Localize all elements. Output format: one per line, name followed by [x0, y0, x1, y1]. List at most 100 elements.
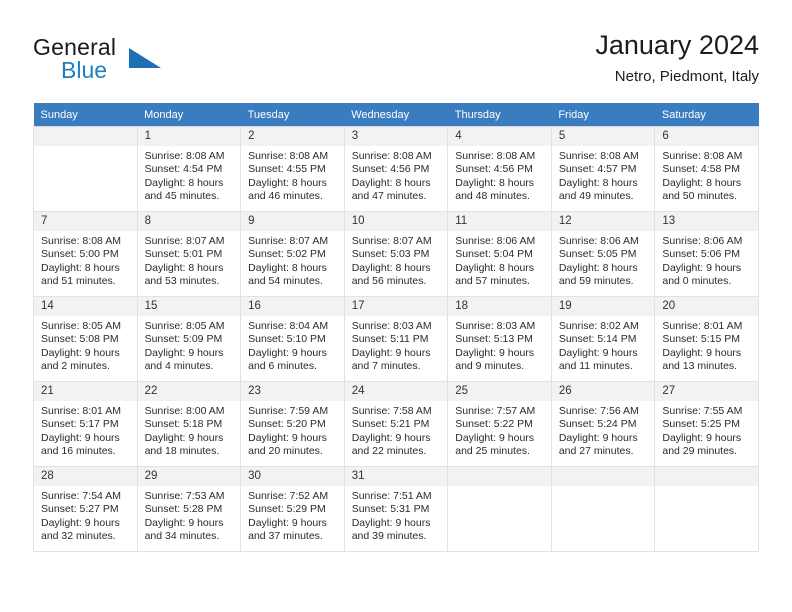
sunrise-text: Sunrise: 8:07 AM: [351, 235, 432, 247]
day-cell[interactable]: 24 Sunrise: 7:58 AM Sunset: 5:21 PM Dayl…: [343, 381, 449, 467]
day-cell[interactable]: 30 Sunrise: 7:52 AM Sunset: 5:29 PM Dayl…: [240, 466, 345, 552]
day-cell[interactable]: 4 Sunrise: 8:08 AM Sunset: 4:56 PM Dayli…: [447, 126, 552, 212]
sunrise-text: Sunrise: 7:52 AM: [248, 490, 329, 502]
day-cell[interactable]: 17 Sunrise: 8:03 AM Sunset: 5:11 PM Dayl…: [343, 296, 449, 382]
day-cell[interactable]: 10 Sunrise: 8:07 AM Sunset: 5:03 PM Dayl…: [343, 211, 449, 297]
daylight-text-line2: and 13 minutes.: [662, 359, 738, 372]
sunset-text: Sunset: 5:06 PM: [662, 248, 741, 261]
day-details: Sunrise: 8:08 AM Sunset: 4:56 PM Dayligh…: [448, 146, 551, 203]
day-cell[interactable]: 12 Sunrise: 8:06 AM Sunset: 5:05 PM Dayl…: [550, 211, 656, 297]
day-number: 29: [137, 467, 241, 486]
logo-text-blue: Blue: [61, 57, 108, 83]
day-cell[interactable]: 5 Sunrise: 8:08 AM Sunset: 4:57 PM Dayli…: [550, 126, 656, 212]
day-number: 2: [241, 127, 344, 146]
sunrise-text: Sunrise: 8:04 AM: [248, 320, 329, 332]
day-cell[interactable]: 23 Sunrise: 7:59 AM Sunset: 5:20 PM Dayl…: [240, 381, 345, 467]
daylight-text-line2: and 11 minutes.: [558, 359, 633, 372]
weekday-header-friday: Friday: [551, 103, 655, 127]
day-cell[interactable]: 31 Sunrise: 7:51 AM Sunset: 5:31 PM Dayl…: [343, 466, 449, 552]
day-cell[interactable]: 11 Sunrise: 8:06 AM Sunset: 5:04 PM Dayl…: [447, 211, 552, 297]
daylight-text-line2: and 29 minutes.: [662, 444, 738, 457]
daylight-text-line1: Daylight: 9 hours: [662, 431, 742, 444]
sunrise-text: Sunrise: 7:59 AM: [248, 405, 329, 417]
sunset-text: Sunset: 5:27 PM: [41, 503, 119, 516]
sunset-text: Sunset: 4:57 PM: [558, 163, 637, 176]
day-cell[interactable]: 6 Sunrise: 8:08 AM Sunset: 4:58 PM Dayli…: [654, 126, 759, 212]
day-cell[interactable]: 16 Sunrise: 8:04 AM Sunset: 5:10 PM Dayl…: [240, 296, 345, 382]
day-cell[interactable]: 19 Sunrise: 8:02 AM Sunset: 5:14 PM Dayl…: [550, 296, 656, 382]
day-details: Sunrise: 7:57 AM Sunset: 5:22 PM Dayligh…: [448, 401, 551, 458]
daylight-text-line2: and 34 minutes.: [144, 529, 220, 542]
day-details: Sunrise: 8:06 AM Sunset: 5:04 PM Dayligh…: [448, 231, 551, 288]
sunrise-text: Sunrise: 8:07 AM: [144, 235, 225, 247]
day-number: 16: [241, 297, 344, 316]
weekday-header-wednesday: Wednesday: [344, 103, 448, 127]
day-details: Sunrise: 8:08 AM Sunset: 5:00 PM Dayligh…: [34, 231, 137, 288]
day-cell[interactable]: 8 Sunrise: 8:07 AM Sunset: 5:01 PM Dayli…: [136, 211, 242, 297]
day-cell: [33, 126, 138, 212]
daylight-text-line1: Daylight: 9 hours: [144, 431, 224, 444]
day-number: 30: [241, 467, 344, 486]
general-blue-logo[interactable]: General Blue: [33, 34, 263, 92]
daylight-text-line2: and 54 minutes.: [248, 274, 323, 287]
day-details: Sunrise: 8:05 AM Sunset: 5:08 PM Dayligh…: [34, 316, 137, 373]
day-details: Sunrise: 7:51 AM Sunset: 5:31 PM Dayligh…: [345, 486, 448, 543]
day-cell[interactable]: 18 Sunrise: 8:03 AM Sunset: 5:13 PM Dayl…: [447, 296, 552, 382]
day-cell[interactable]: 27 Sunrise: 7:55 AM Sunset: 5:25 PM Dayl…: [654, 381, 759, 467]
sunset-text: Sunset: 5:13 PM: [455, 333, 533, 346]
daylight-text-line2: and 16 minutes.: [41, 444, 116, 457]
day-details: Sunrise: 8:08 AM Sunset: 4:55 PM Dayligh…: [241, 146, 344, 203]
day-number: 24: [344, 382, 448, 401]
day-details: Sunrise: 8:01 AM Sunset: 5:17 PM Dayligh…: [34, 401, 137, 458]
day-details: Sunrise: 7:53 AM Sunset: 5:28 PM Dayligh…: [138, 486, 241, 543]
day-details: Sunrise: 7:58 AM Sunset: 5:21 PM Dayligh…: [345, 401, 448, 458]
day-number: 15: [137, 297, 241, 316]
sunset-text: Sunset: 5:03 PM: [351, 248, 430, 261]
day-number: 20: [655, 297, 758, 316]
daylight-text-line2: and 56 minutes.: [351, 274, 427, 287]
day-cell[interactable]: 26 Sunrise: 7:56 AM Sunset: 5:24 PM Dayl…: [550, 381, 656, 467]
sunset-text: Sunset: 5:01 PM: [144, 248, 223, 261]
day-cell[interactable]: 22 Sunrise: 8:00 AM Sunset: 5:18 PM Dayl…: [136, 381, 242, 467]
calendar-page: General Blue January 2024 Netro, Piedmon…: [0, 0, 792, 612]
daylight-text-line1: Daylight: 9 hours: [144, 516, 224, 529]
day-number: 19: [551, 297, 655, 316]
day-cell[interactable]: 25 Sunrise: 7:57 AM Sunset: 5:22 PM Dayl…: [447, 381, 552, 467]
daylight-text-line2: and 37 minutes.: [248, 529, 323, 542]
day-cell[interactable]: 20 Sunrise: 8:01 AM Sunset: 5:15 PM Dayl…: [654, 296, 759, 382]
day-cell[interactable]: 3 Sunrise: 8:08 AM Sunset: 4:56 PM Dayli…: [343, 126, 449, 212]
day-details: Sunrise: 8:07 AM Sunset: 5:02 PM Dayligh…: [241, 231, 344, 288]
day-number: 23: [241, 382, 344, 401]
day-cell[interactable]: 9 Sunrise: 8:07 AM Sunset: 5:02 PM Dayli…: [240, 211, 345, 297]
daylight-text-line2: and 22 minutes.: [351, 444, 427, 457]
day-cell[interactable]: 2 Sunrise: 8:08 AM Sunset: 4:55 PM Dayli…: [240, 126, 345, 212]
day-number: 1: [137, 127, 241, 146]
daylight-text-line2: and 46 minutes.: [248, 189, 323, 202]
daylight-text-line2: and 32 minutes.: [41, 529, 116, 542]
sunrise-text: Sunrise: 7:54 AM: [41, 490, 121, 502]
daylight-text-line1: Daylight: 9 hours: [248, 346, 327, 359]
day-cell[interactable]: 29 Sunrise: 7:53 AM Sunset: 5:28 PM Dayl…: [136, 466, 242, 552]
day-number: 13: [655, 212, 758, 231]
day-cell[interactable]: 13 Sunrise: 8:06 AM Sunset: 5:06 PM Dayl…: [654, 211, 759, 297]
day-details: Sunrise: 8:08 AM Sunset: 4:57 PM Dayligh…: [552, 146, 655, 203]
day-cell[interactable]: 21 Sunrise: 8:01 AM Sunset: 5:17 PM Dayl…: [33, 381, 138, 467]
calendar-week-row: 28 Sunrise: 7:54 AM Sunset: 5:27 PM Dayl…: [33, 466, 759, 552]
daylight-text-line1: Daylight: 9 hours: [351, 346, 431, 359]
day-number: 17: [344, 297, 448, 316]
day-cell[interactable]: 28 Sunrise: 7:54 AM Sunset: 5:27 PM Dayl…: [33, 466, 138, 552]
day-details: Sunrise: 7:55 AM Sunset: 5:25 PM Dayligh…: [655, 401, 758, 458]
weekday-header-tuesday: Tuesday: [240, 103, 345, 127]
day-cell[interactable]: 7 Sunrise: 8:08 AM Sunset: 5:00 PM Dayli…: [33, 211, 138, 297]
day-number: 21: [34, 382, 137, 401]
day-cell[interactable]: 14 Sunrise: 8:05 AM Sunset: 5:08 PM Dayl…: [33, 296, 138, 382]
page-subtitle: Netro, Piedmont, Italy: [614, 68, 759, 85]
day-cell[interactable]: 1 Sunrise: 8:08 AM Sunset: 4:54 PM Dayli…: [136, 126, 242, 212]
sunrise-text: Sunrise: 7:55 AM: [662, 405, 743, 417]
sunrise-text: Sunrise: 8:01 AM: [41, 405, 121, 417]
day-cell[interactable]: 15 Sunrise: 8:05 AM Sunset: 5:09 PM Dayl…: [136, 296, 242, 382]
sunrise-text: Sunrise: 8:08 AM: [455, 150, 536, 162]
daylight-text-line1: Daylight: 9 hours: [144, 346, 224, 359]
daylight-text-line2: and 49 minutes.: [558, 189, 634, 202]
sunrise-text: Sunrise: 8:05 AM: [41, 320, 121, 332]
